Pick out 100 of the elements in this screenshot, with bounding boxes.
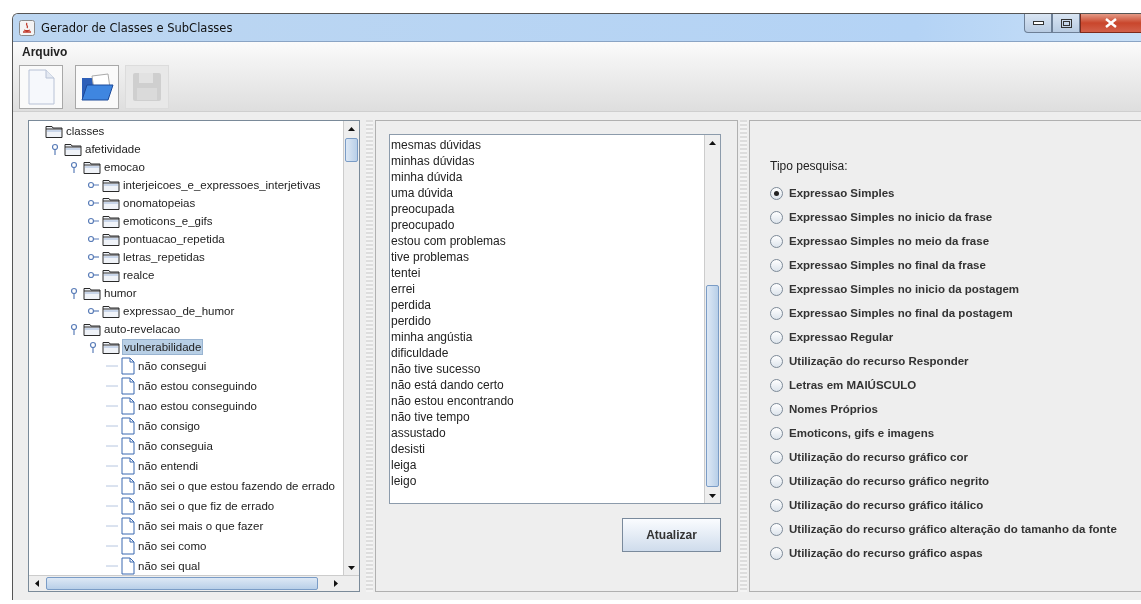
scroll-down-icon[interactable] <box>348 565 355 570</box>
list-item[interactable]: perdida <box>390 297 704 313</box>
radio-label[interactable]: Expressao Simples no inicio da postagem <box>789 283 1020 295</box>
radio-button[interactable] <box>770 186 783 200</box>
list-item[interactable]: tive problemas <box>390 249 704 265</box>
vertical-scrollbar[interactable] <box>343 121 359 575</box>
radio-label[interactable]: Expressao Simples no final da postagem <box>789 307 1013 319</box>
radio-label[interactable]: Utilização do recurso gráfico aspas <box>789 547 983 559</box>
tree-item[interactable]: auto-revelacao <box>103 322 182 336</box>
open-folder-button[interactable] <box>75 64 119 109</box>
radio-label[interactable]: Expressao Simples no meio da frase <box>789 235 990 247</box>
tree-item[interactable]: não sei o que fiz de errado <box>137 499 276 513</box>
new-file-button[interactable] <box>19 64 63 109</box>
expanded-handle-icon[interactable] <box>68 323 80 335</box>
scroll-left-icon[interactable] <box>34 580 39 587</box>
radio-button[interactable] <box>770 330 783 344</box>
list-item[interactable]: assustado <box>390 425 704 441</box>
expanded-handle-icon[interactable] <box>49 143 61 155</box>
radio-label[interactable]: Letras em MAIÚSCULO <box>789 379 917 391</box>
tree-item[interactable]: humor <box>103 286 138 300</box>
list-item[interactable]: perdido <box>390 313 704 329</box>
tree-item[interactable]: não sei o que estou fazendo de errado <box>137 479 336 493</box>
scroll-up-icon[interactable] <box>348 126 355 131</box>
tree-item[interactable]: nao estou conseguindo <box>137 399 258 413</box>
list-item[interactable]: preocupada <box>390 201 704 217</box>
list-item[interactable]: uma dúvida <box>390 185 704 201</box>
collapsed-handle-icon[interactable] <box>87 197 99 209</box>
vertical-scrollbar[interactable] <box>704 135 720 503</box>
tree-item[interactable]: não consigo <box>137 419 202 433</box>
tree-item[interactable]: interjeicoes_e_expressoes_interjetivas <box>122 178 322 192</box>
tree-item[interactable]: afetividade <box>84 142 142 156</box>
list-item[interactable]: tentei <box>390 265 704 281</box>
list-item[interactable]: mesmas dúvidas <box>390 137 704 153</box>
radio-button[interactable] <box>770 498 783 512</box>
radio-label[interactable]: Utilização do recurso gráfico negrito <box>789 475 989 487</box>
list-item[interactable]: leiga <box>390 457 704 473</box>
radio-label[interactable]: Utilização do recurso gráfico itálico <box>789 499 984 511</box>
radio-label[interactable]: Emoticons, gifs e imagens <box>789 427 935 439</box>
radio-button[interactable] <box>770 258 783 272</box>
scroll-right-icon[interactable] <box>333 580 338 587</box>
tree-item[interactable]: não consegui <box>137 359 208 373</box>
tree-item[interactable]: emoticons_e_gifs <box>122 214 214 228</box>
tree-item[interactable]: classes <box>65 124 106 138</box>
collapsed-handle-icon[interactable] <box>87 269 99 281</box>
radio-button[interactable] <box>770 546 783 560</box>
list-item[interactable]: leigo <box>390 473 704 489</box>
tree-item[interactable]: pontuacao_repetida <box>122 232 226 246</box>
radio-button[interactable] <box>770 306 783 320</box>
tree-item[interactable]: não sei mais o que fazer <box>137 519 265 533</box>
list-item[interactable]: minhas dúvidas <box>390 153 704 169</box>
tree-item[interactable]: não conseguia <box>137 439 214 453</box>
list-item[interactable]: não estou encontrando <box>390 393 704 409</box>
list-item[interactable]: não está dando certo <box>390 377 704 393</box>
expanded-handle-icon[interactable] <box>68 161 80 173</box>
maximize-button[interactable] <box>1052 14 1080 33</box>
radio-label[interactable]: Expressao Simples <box>789 187 895 199</box>
radio-label[interactable]: Expressao Simples no final da frase <box>789 259 986 271</box>
collapsed-handle-icon[interactable] <box>87 215 99 227</box>
list-item[interactable]: estou com problemas <box>390 233 704 249</box>
tree-item[interactable]: expressao_de_humor <box>122 304 236 318</box>
update-button[interactable]: Atualizar <box>622 518 721 552</box>
tree-item[interactable]: vulnerabilidade <box>122 339 204 355</box>
collapsed-handle-icon[interactable] <box>87 179 99 191</box>
radio-button[interactable] <box>770 426 783 440</box>
scroll-thumb[interactable] <box>46 577 318 590</box>
scroll-thumb[interactable] <box>345 138 358 162</box>
list-item[interactable]: minha angústia <box>390 329 704 345</box>
list-item[interactable]: minha dúvida <box>390 169 704 185</box>
expanded-handle-icon[interactable] <box>68 287 80 299</box>
expanded-handle-icon[interactable] <box>87 341 99 353</box>
radio-button[interactable] <box>770 378 783 392</box>
list-item[interactable]: dificuldade <box>390 345 704 361</box>
radio-label[interactable]: Utilização do recurso gráfico alteração do tamanho da fonte <box>789 523 1117 535</box>
collapsed-handle-icon[interactable] <box>87 305 99 317</box>
radio-label[interactable]: Utilização do recurso Responder <box>789 355 969 367</box>
scroll-thumb[interactable] <box>706 285 719 487</box>
radio-button[interactable] <box>770 522 783 536</box>
radio-button[interactable] <box>770 354 783 368</box>
menu-item[interactable]: Arquivo <box>22 45 68 60</box>
radio-label[interactable]: Utilização do recurso gráfico cor <box>789 451 968 463</box>
radio-button[interactable] <box>770 282 783 296</box>
tree-item[interactable]: letras_repetidas <box>122 250 206 264</box>
radio-label[interactable]: Expressao Simples no inicio da frase <box>789 211 993 223</box>
list-item[interactable]: errei <box>390 281 704 297</box>
list-item[interactable]: preocupado <box>390 217 704 233</box>
tree-item[interactable]: onomatopeias <box>122 196 197 210</box>
radio-label[interactable]: Expressao Regular <box>789 331 894 343</box>
tree-item[interactable]: não sei como <box>137 539 208 553</box>
radio-button[interactable] <box>770 234 783 248</box>
tree-item[interactable]: realce <box>122 268 156 282</box>
minimize-button[interactable] <box>1024 14 1052 33</box>
tree-item[interactable]: não estou conseguindo <box>137 379 258 393</box>
collapsed-handle-icon[interactable] <box>87 251 99 263</box>
radio-button[interactable] <box>770 210 783 224</box>
radio-button[interactable] <box>770 474 783 488</box>
scroll-up-icon[interactable] <box>709 140 716 145</box>
tree-item[interactable]: emocao <box>103 160 146 174</box>
horizontal-scrollbar[interactable] <box>29 575 359 591</box>
list-item[interactable]: não tive sucesso <box>390 361 704 377</box>
scroll-down-icon[interactable] <box>709 493 716 498</box>
